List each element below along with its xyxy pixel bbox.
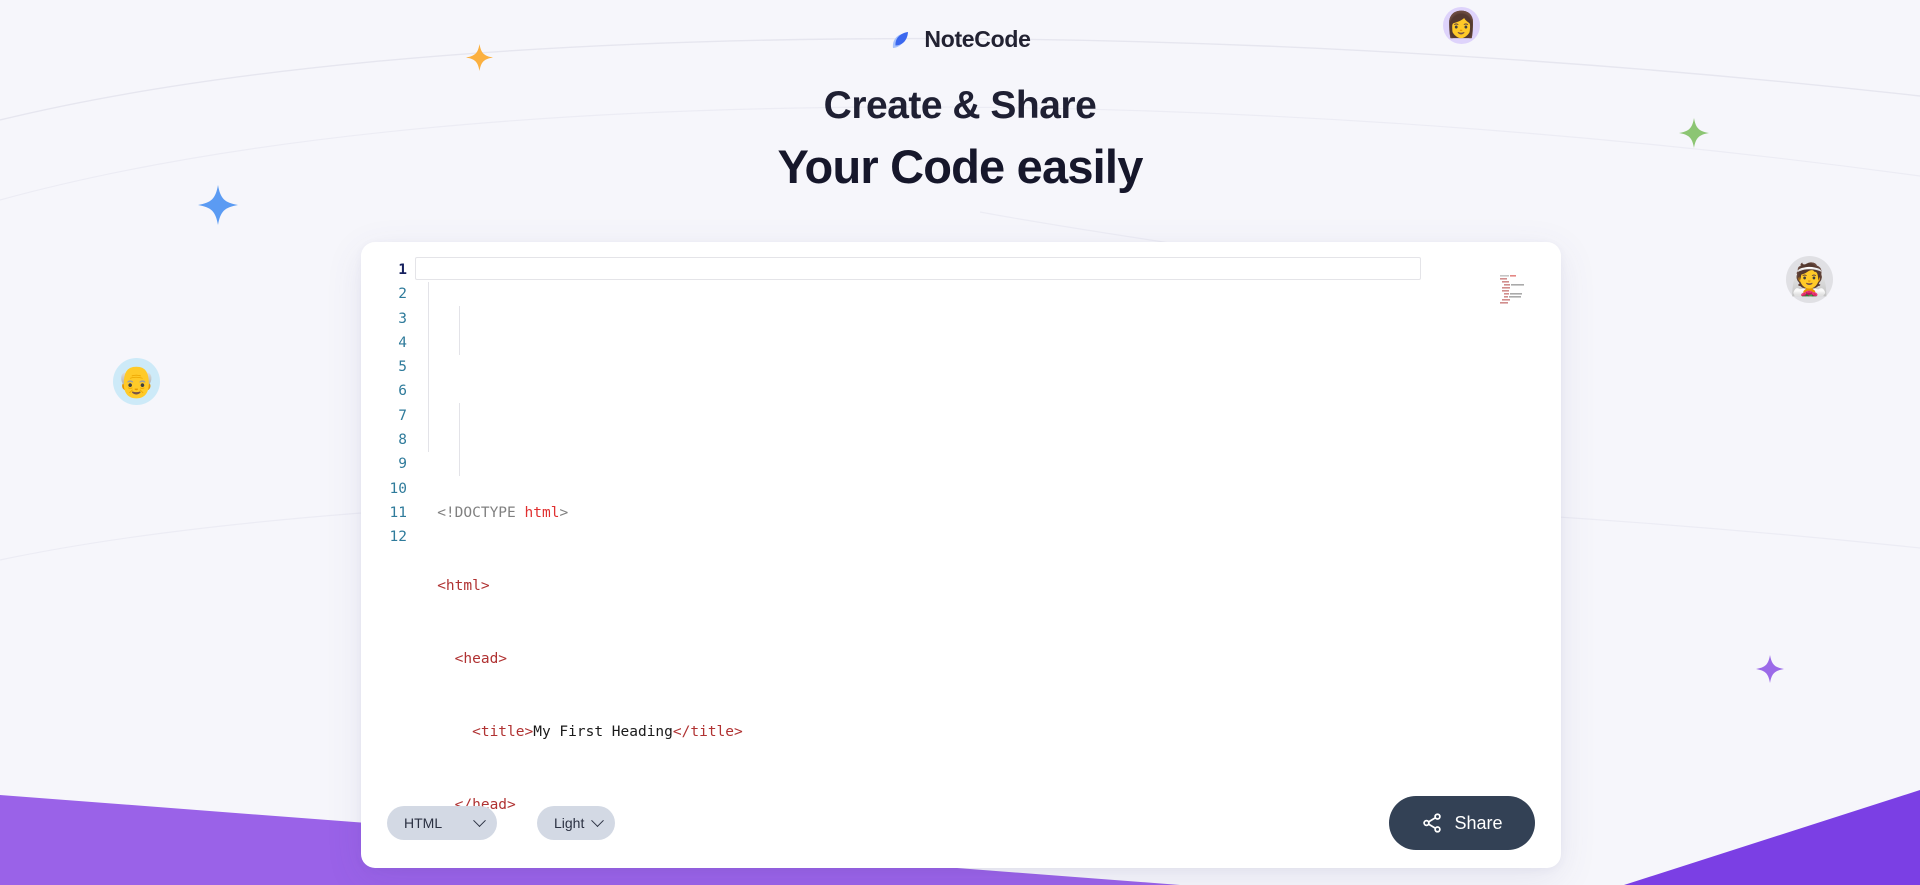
code-line: <head>	[454, 650, 508, 667]
line-number: 3	[398, 310, 407, 327]
code-editor[interactable]: 1 2 3 4 5 6 7 8 9 10 11 12 <!DOCTYPE htm…	[361, 256, 1561, 813]
chevron-down-icon	[473, 813, 486, 827]
line-number: 6	[398, 383, 407, 400]
line-number: 9	[398, 456, 407, 473]
line-number-gutter: 1 2 3 4 5 6 7 8 9 10 11 12	[361, 256, 411, 796]
language-select-label: HTML	[404, 815, 443, 831]
indent-guide	[459, 403, 460, 476]
line-number: 5	[398, 359, 407, 376]
theme-select[interactable]: Light	[537, 806, 615, 840]
avatar-glasses-man: 👴	[113, 358, 160, 405]
language-select[interactable]: HTML	[387, 806, 497, 840]
indent-guide	[459, 306, 460, 355]
line-number: 4	[398, 334, 407, 351]
headline-line-1: Create & Share	[823, 83, 1097, 127]
share-button-label: Share	[1454, 812, 1503, 833]
line-number: 11	[389, 504, 407, 521]
code-line: <title>My First Heading</title>	[472, 723, 743, 740]
code-line: <!DOCTYPE html>	[437, 504, 569, 521]
line-number: 10	[389, 480, 407, 497]
chevron-down-icon	[591, 813, 604, 827]
share-button[interactable]: Share	[1389, 796, 1535, 850]
indent-guide	[428, 282, 429, 452]
line-number: 2	[398, 286, 407, 303]
line-number: 7	[398, 407, 407, 424]
line-number: 1	[398, 262, 407, 278]
code-minimap[interactable]	[1499, 274, 1539, 304]
brand-name: NoteCode	[924, 26, 1031, 52]
sparkle-purple-icon	[1756, 655, 1784, 683]
code-line: <html>	[437, 577, 490, 594]
page-header: NoteCode Create & Share Your Code easily	[0, 0, 1920, 194]
avatar-hat-woman: 👰	[1786, 256, 1833, 303]
leaf-logo-icon	[893, 31, 909, 48]
theme-select-label: Light	[554, 815, 585, 831]
brand-logo[interactable]: NoteCode	[889, 26, 1031, 53]
share-network-icon	[1423, 813, 1442, 833]
headline-line-2: Your Code easily	[777, 139, 1143, 193]
active-line-highlight	[415, 257, 1421, 280]
code-editor-card: 1 2 3 4 5 6 7 8 9 10 11 12 <!DOCTYPE htm…	[361, 242, 1561, 868]
page-title: Create & Share Your Code easily	[0, 83, 1920, 194]
code-content[interactable]: <!DOCTYPE html> <html> <head> <title>My …	[411, 256, 1561, 813]
line-number: 12	[389, 529, 407, 546]
line-number: 8	[398, 432, 407, 449]
editor-footer: HTML Light Share	[361, 772, 1561, 868]
